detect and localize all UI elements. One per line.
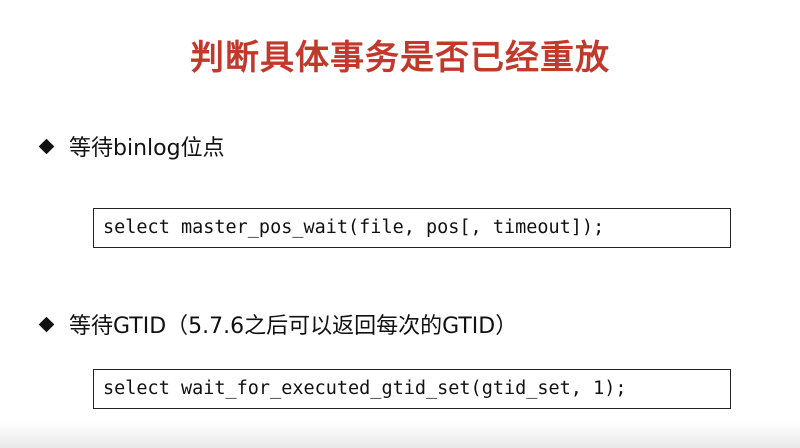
slide: 判断具体事务是否已经重放 等待binlog位点 select master_po…	[0, 0, 800, 448]
bottom-shade	[0, 422, 800, 448]
code-block-master-pos-wait: select master_pos_wait(file, pos[, timeo…	[93, 208, 731, 248]
slide-title: 判断具体事务是否已经重放	[190, 38, 610, 78]
bullet-text: 等待binlog位点	[69, 136, 225, 161]
bullet-item-binlog: 等待binlog位点	[38, 130, 225, 162]
bullet-item-gtid: 等待GTID（5.7.6之后可以返回每次的GTID）	[38, 308, 517, 340]
bullet-text: 等待GTID（5.7.6之后可以返回每次的GTID）	[69, 314, 518, 339]
code-block-wait-gtid: select wait_for_executed_gtid_set(gtid_s…	[93, 369, 731, 409]
diamond-bullet-icon	[38, 138, 55, 154]
diamond-bullet-icon	[38, 316, 55, 332]
